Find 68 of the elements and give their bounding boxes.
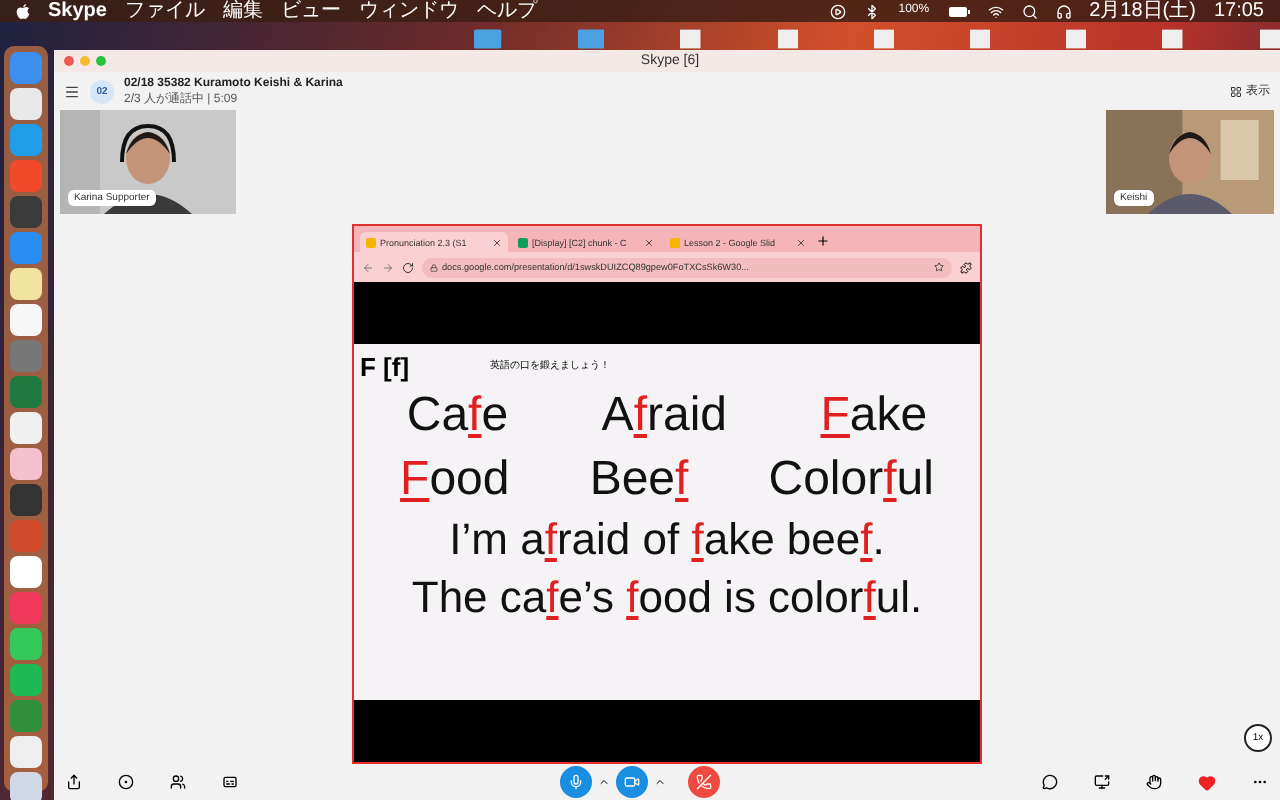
grid-icon — [1230, 85, 1242, 97]
new-tab-icon[interactable] — [816, 234, 830, 248]
lock-icon — [430, 263, 438, 271]
raise-hand-icon[interactable] — [1146, 774, 1162, 790]
app-icon[interactable] — [10, 196, 42, 228]
chat-icon[interactable] — [1042, 774, 1058, 790]
app-icon[interactable] — [10, 628, 42, 660]
reload-icon[interactable] — [402, 261, 414, 273]
menu-item[interactable]: ファイル — [124, 0, 205, 22]
record-icon[interactable] — [118, 774, 134, 790]
document-icon[interactable] — [680, 28, 702, 50]
menu-item[interactable]: ビュー — [280, 0, 341, 22]
menu-icon[interactable] — [64, 83, 80, 99]
end-call-button[interactable] — [688, 766, 720, 798]
slide-word: Food — [400, 452, 510, 508]
app-icon[interactable] — [10, 448, 42, 480]
caret-icon[interactable] — [598, 776, 610, 788]
app-menu[interactable]: Skype — [48, 0, 107, 22]
headphones-icon[interactable] — [1055, 3, 1072, 19]
folder-icon[interactable] — [577, 28, 605, 50]
back-icon[interactable] — [362, 261, 374, 273]
apple-icon[interactable] — [16, 3, 30, 19]
extensions-icon[interactable] — [960, 261, 972, 273]
menu-item[interactable]: ウィンドウ — [358, 0, 459, 22]
caret-icon[interactable] — [654, 776, 666, 788]
captions-icon[interactable] — [222, 774, 238, 790]
slide-word: Cafe — [406, 388, 509, 444]
app-icon[interactable] — [10, 556, 42, 588]
camera-icon — [624, 774, 640, 790]
menu-item[interactable]: 編集 — [222, 0, 263, 22]
app-icon[interactable] — [10, 88, 42, 120]
video-button[interactable] — [616, 766, 648, 798]
slide-word: Beef — [589, 452, 689, 508]
app-icon[interactable] — [10, 772, 42, 800]
document-icon[interactable] — [970, 28, 991, 50]
slide-word: Afraid — [601, 388, 728, 444]
document-icon[interactable] — [1162, 28, 1184, 50]
menu-bar-date[interactable]: 2月18日(土) — [1089, 0, 1196, 22]
document-icon[interactable] — [1259, 28, 1280, 50]
play-icon[interactable] — [830, 3, 847, 19]
app-icon[interactable] — [10, 484, 42, 516]
share-screen-icon[interactable] — [1094, 774, 1110, 790]
bluetooth-icon[interactable] — [864, 3, 881, 19]
app-icon[interactable] — [10, 268, 42, 300]
people-icon[interactable] — [170, 774, 186, 790]
document-icon[interactable] — [777, 28, 798, 50]
slide-word: Colorful — [768, 452, 934, 508]
app-icon[interactable] — [10, 736, 42, 768]
slide-sentence: I’m afraid of fake beef. — [449, 514, 885, 566]
document-icon[interactable] — [873, 28, 895, 50]
star-icon[interactable] — [934, 262, 944, 272]
share-icon[interactable] — [66, 774, 82, 790]
folder-icon[interactable] — [474, 28, 502, 50]
microphone-icon — [568, 774, 584, 790]
phone-icon — [696, 774, 712, 790]
search-icon[interactable] — [1021, 3, 1038, 19]
app-icon[interactable] — [10, 412, 42, 444]
document-icon[interactable] — [1066, 28, 1087, 50]
menu-bar-time[interactable]: 17:05 — [1213, 0, 1264, 22]
heart-icon[interactable] — [1198, 773, 1216, 791]
wifi-icon[interactable] — [987, 3, 1004, 19]
close-button[interactable] — [64, 56, 74, 66]
slide-sentence: The cafe’s food is colorful. — [411, 572, 923, 624]
app-icon[interactable] — [10, 304, 42, 336]
mic-button[interactable] — [560, 766, 592, 798]
slide-word: Fake — [820, 388, 928, 444]
slide-heading: F [f] — [360, 352, 410, 382]
battery-icon[interactable] — [947, 5, 970, 17]
